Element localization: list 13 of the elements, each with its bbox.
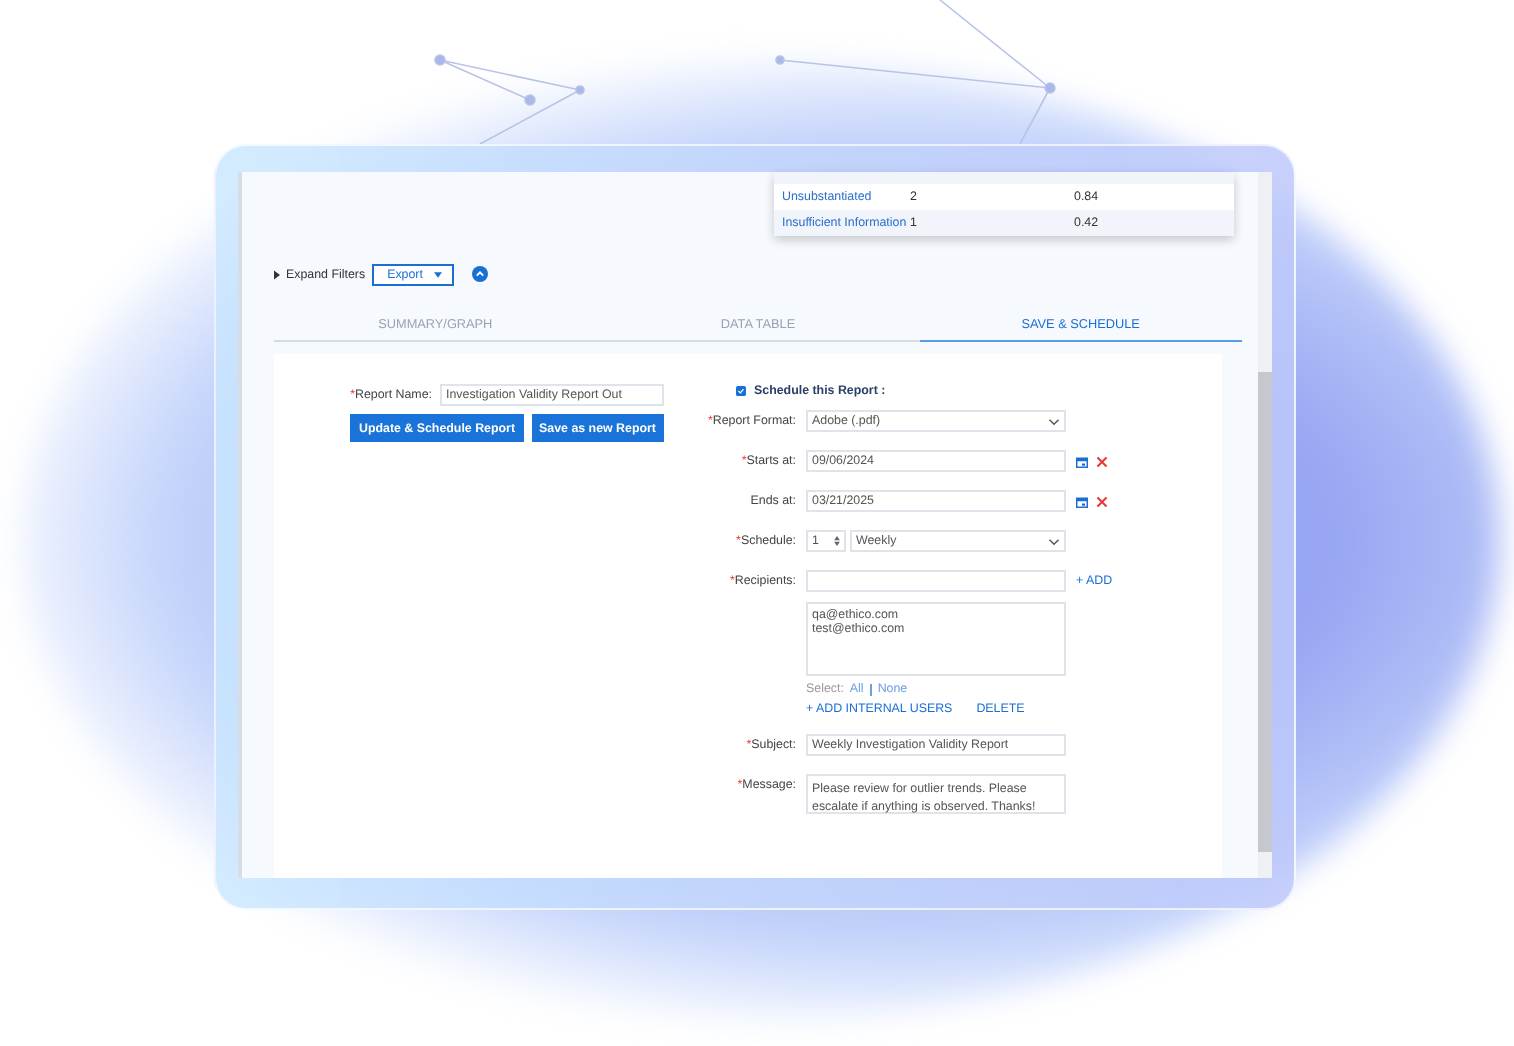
chevron-icon [1048, 537, 1060, 545]
triangle-icon [274, 269, 280, 279]
chevron-icon [1048, 417, 1060, 425]
scrollbar[interactable] [1258, 172, 1272, 878]
calendar-icon[interactable] [1076, 455, 1088, 467]
calendar-icon[interactable] [1076, 495, 1088, 507]
recipient-field[interactable] [806, 570, 1066, 592]
clear-icon[interactable] [1096, 495, 1108, 507]
schedule-checkbox[interactable] [736, 386, 746, 396]
caret-icon [434, 271, 443, 277]
clear-icon[interactable] [1096, 455, 1108, 467]
collapse-icon[interactable] [472, 266, 489, 282]
spinner-arrows-icon [834, 536, 840, 546]
